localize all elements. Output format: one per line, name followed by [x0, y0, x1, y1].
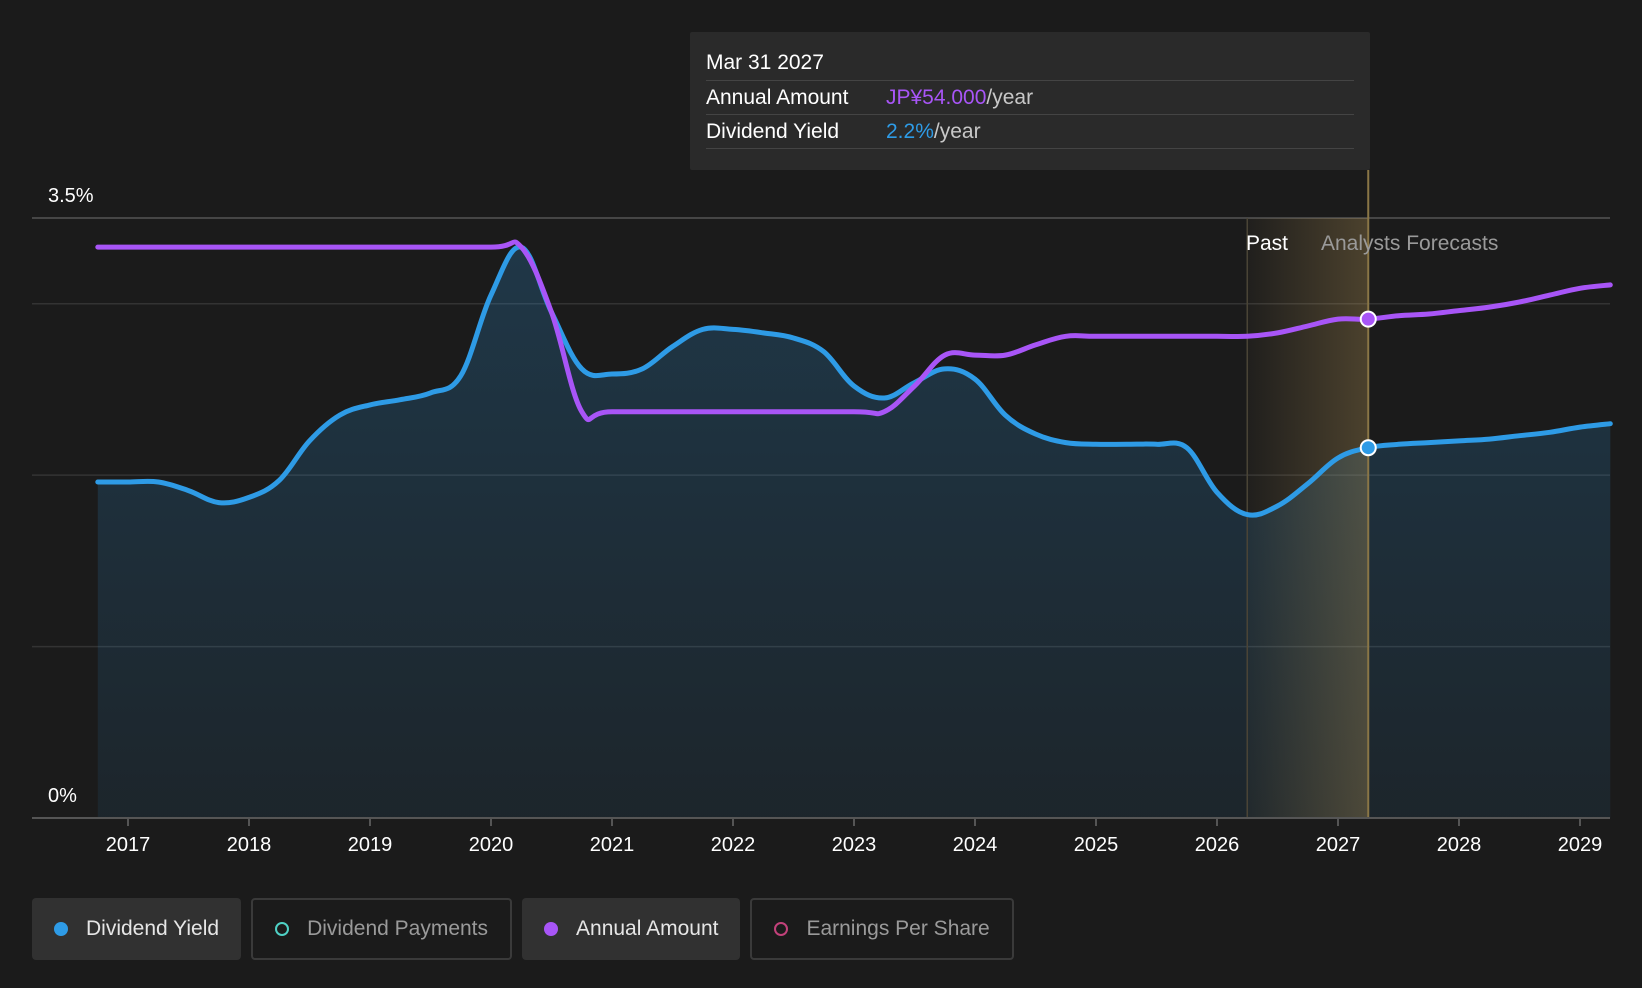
x-tick-label: 2020	[469, 834, 514, 856]
tooltip-value: JP¥54.000	[886, 86, 987, 109]
filled-dot-icon	[54, 922, 68, 936]
tooltip-row-annual-amount: Annual Amount JP¥54.000/year	[706, 81, 1354, 115]
x-tick-label: 2025	[1074, 834, 1119, 856]
legend-annual-amount-toggle[interactable]: Annual Amount	[522, 898, 741, 960]
forecast-region-label: Analysts Forecasts	[1321, 232, 1498, 255]
legend-label: Dividend Payments	[307, 917, 489, 940]
hollow-dot-icon	[774, 922, 789, 936]
x-axis: 2017 2018 2019 2020 2021 2022 2023 2024 2025 2026…	[32, 817, 1610, 856]
x-tick-label: 2022	[711, 834, 756, 856]
forecast-band	[1247, 218, 1369, 818]
y-tick-top: 3.5%	[48, 185, 94, 207]
legend-earnings-per-share-toggle[interactable]: Earnings Per Share	[750, 898, 1014, 960]
x-tick-label: 2028	[1437, 834, 1482, 856]
tooltip-label: Dividend Yield	[706, 120, 840, 143]
x-tick-label: 2023	[832, 834, 877, 856]
x-tick-label: 2019	[348, 834, 393, 856]
annual-amount-marker	[1359, 310, 1377, 328]
x-tick-label: 2024	[953, 834, 998, 856]
filled-dot-icon	[544, 922, 559, 936]
dividend-yield-area	[97, 246, 1611, 818]
legend-label: Dividend Yield	[86, 917, 220, 940]
tooltip-date: Mar 31 2027	[706, 46, 1354, 81]
x-tick-label: 2018	[227, 834, 272, 856]
x-tick-label: 2027	[1316, 834, 1361, 856]
area-layer	[97, 246, 1611, 818]
chart-legend: Dividend Yield Dividend Payments Annual …	[32, 898, 1014, 960]
legend-label: Annual Amount	[576, 917, 719, 940]
x-tick-label: 2029	[1558, 834, 1603, 856]
x-tick-label: 2026	[1195, 834, 1240, 856]
tooltip-unit: /year	[933, 120, 981, 143]
hover-tooltip: Mar 31 2027 Annual Amount JP¥54.000/year …	[690, 32, 1370, 170]
tooltip-row-dividend-yield: Dividend Yield 2.2%/year	[706, 115, 1354, 149]
legend-dividend-yield-toggle[interactable]: Dividend Yield	[32, 898, 242, 960]
tooltip-label: Annual Amount	[706, 86, 849, 109]
y-tick-bottom: 0%	[48, 785, 77, 807]
dividend-yield-marker	[1359, 439, 1377, 457]
past-region-label: Past	[1246, 232, 1288, 255]
x-tick-label: 2017	[106, 834, 151, 856]
tooltip-unit: /year	[986, 86, 1034, 109]
legend-label: Earnings Per Share	[806, 917, 990, 940]
forecast-band-layer	[1246, 170, 1370, 818]
hollow-dot-icon	[275, 922, 290, 936]
tooltip-value: 2.2%	[886, 120, 934, 143]
legend-dividend-payments-toggle[interactable]: Dividend Payments	[251, 898, 513, 960]
x-tick-label: 2021	[590, 834, 635, 856]
